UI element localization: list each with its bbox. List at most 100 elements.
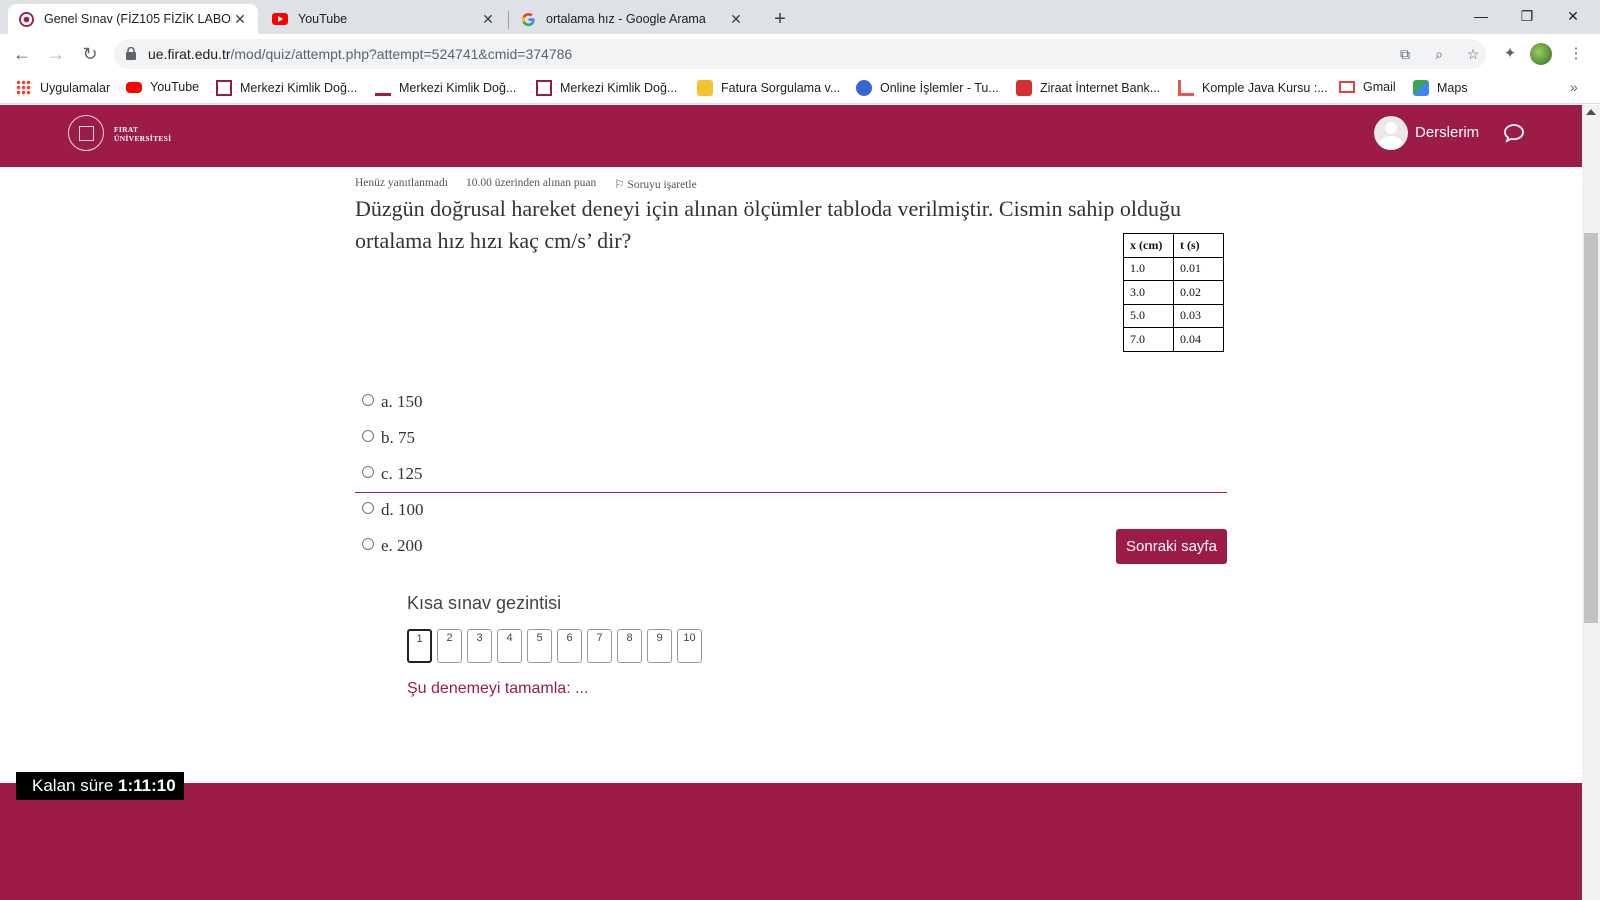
remaining-time: Kalan süre 1:11:10 (16, 772, 184, 800)
address-bar[interactable]: ue.firat.edu.tr/mod/quiz/attempt.php?att… (114, 39, 1486, 69)
browser-toolbar: ← → ↻ ue.firat.edu.tr/mod/quiz/attempt.p… (0, 34, 1600, 74)
kimlik-icon (216, 80, 232, 96)
finish-attempt-link[interactable]: Şu denemeyi tamamla: ... (407, 680, 588, 698)
quiz-nav-button[interactable]: 6 (557, 629, 582, 663)
table-header: x (cm) (1123, 233, 1174, 258)
flag-question-link[interactable]: ⚐ Soruyu işaretle (614, 177, 697, 191)
profile-avatar[interactable] (1530, 43, 1552, 65)
reload-icon[interactable]: ↻ (78, 42, 102, 66)
table-cell: 1.0 (1123, 256, 1174, 281)
tab-title: ortalama hız - Google Arama (546, 12, 706, 26)
url-host: ue.firat.edu.tr (148, 46, 231, 62)
tab-youtube[interactable]: YouTube ✕ (262, 4, 506, 34)
page-scrollbar[interactable] (1582, 105, 1600, 900)
quiz-nav-button[interactable]: 8 (617, 629, 642, 663)
bookmark-online-islemler[interactable]: Online İşlemler - Tu... (856, 80, 999, 96)
chevron-double-right-icon[interactable]: » (1570, 79, 1578, 95)
bookmark-apps[interactable]: Uygulamalar (16, 80, 110, 96)
back-arrow-icon[interactable]: ← (10, 42, 34, 66)
answer-option-e[interactable]: e. 200 (362, 536, 423, 556)
answer-option-b[interactable]: b. 75 (362, 428, 415, 448)
scrollbar-thumb[interactable] (1584, 233, 1598, 623)
radio-button[interactable] (362, 502, 374, 514)
user-avatar[interactable] (1374, 116, 1408, 150)
browser-tab-strip: Genel Sınav (FİZ105 FİZİK LABOR ✕ YouTub… (0, 0, 1600, 34)
bookmark-label: Gmail (1363, 80, 1396, 94)
question-text: Düzgün doğrusal hareket deneyi için alın… (355, 196, 1182, 253)
logo-line-2: ÜNİVERSİTESİ (114, 134, 172, 143)
url-text[interactable]: ue.firat.edu.tr/mod/quiz/attempt.php?att… (148, 46, 572, 62)
apps-grid-icon (16, 80, 32, 96)
close-icon[interactable]: ✕ (728, 11, 744, 28)
youtube-icon (272, 11, 288, 27)
radio-button[interactable] (362, 430, 374, 442)
quiz-nav-button[interactable]: 5 (527, 629, 552, 663)
table-cell: 3.0 (1123, 280, 1174, 305)
answer-option-a[interactable]: a. 150 (362, 392, 423, 412)
scroll-up-arrow-icon[interactable] (1586, 109, 1596, 115)
answer-option-d[interactable]: d. 100 (362, 500, 424, 520)
bookmark-label: Merkezi Kimlik Doğ... (240, 81, 358, 95)
url-path: /mod/quiz/attempt.php?attempt=524741&cmi… (230, 46, 573, 62)
quiz-nav-button[interactable]: 2 (437, 629, 462, 663)
bookmark-label: Online İşlemler - Tu... (880, 81, 999, 95)
question-points: 10.00 üzerinden alınan puan (465, 177, 597, 189)
next-page-button[interactable]: Sonraki sayfa (1116, 529, 1227, 564)
forward-arrow-icon[interactable]: → (44, 42, 68, 66)
zoom-icon[interactable]: ⌕ (1430, 46, 1448, 64)
udemy-icon (1178, 80, 1194, 96)
restore-icon[interactable]: ❐ (1504, 0, 1550, 34)
bookmark-fatura[interactable]: Fatura Sorgulama v... (697, 80, 840, 96)
extensions-puzzle-icon[interactable]: ✦ (1500, 44, 1520, 64)
bookmark-label: Maps (1437, 81, 1468, 95)
tab-google[interactable]: ortalama hız - Google Arama ✕ (510, 4, 754, 34)
quiz-nav-button[interactable]: 4 (497, 629, 522, 663)
bookmark-gmail[interactable]: Gmail (1339, 80, 1396, 94)
divider (355, 492, 1227, 493)
site-footer (0, 783, 1582, 900)
question-status: Henüz yanıtlanmadı (355, 177, 448, 189)
flag-icon: ⚐ (614, 179, 628, 191)
window-close-icon[interactable]: ✕ (1550, 0, 1596, 34)
university-logo[interactable]: FIRAT ÜNİVERSİTESİ (68, 115, 178, 155)
bookmark-star-icon[interactable]: ☆ (1464, 46, 1482, 64)
quiz-nav-button[interactable]: 9 (647, 629, 672, 663)
ziraat-icon (1016, 80, 1032, 96)
quiz-nav-button[interactable]: 3 (467, 629, 492, 663)
lock-icon (126, 47, 136, 60)
bookmark-maps[interactable]: Maps (1413, 80, 1468, 96)
table-cell: 7.0 (1123, 327, 1174, 352)
translate-icon[interactable]: ⧉ (1396, 46, 1414, 64)
bookmark-label: Uygulamalar (40, 81, 111, 95)
radio-button[interactable] (362, 538, 374, 550)
globe-icon (856, 80, 872, 96)
bookmark-kimlik-1[interactable]: Merkezi Kimlik Doğ... (216, 80, 357, 96)
tab-quiz[interactable]: Genel Sınav (FİZ105 FİZİK LABOR ✕ (8, 4, 258, 34)
timer-label: Kalan süre (32, 776, 114, 795)
user-menu-label[interactable]: Derslerim (1415, 124, 1479, 141)
menu-dots-icon[interactable]: ⋮ (1566, 44, 1586, 64)
radio-button[interactable] (362, 394, 374, 406)
minimize-icon[interactable]: — (1458, 0, 1504, 34)
new-tab-plus-icon[interactable]: + (766, 6, 794, 34)
bookmark-kimlik-2[interactable]: Merkezi Kimlik Doğ... (375, 80, 516, 96)
bookmark-kimlik-3[interactable]: Merkezi Kimlik Doğ... (536, 80, 677, 96)
question-info: Henüz yanıtlanmadı 10.00 üzerinden alına… (355, 177, 697, 191)
quiz-nav-button[interactable]: 1 (407, 629, 432, 663)
quiz-nav-button[interactable]: 7 (587, 629, 612, 663)
bookmark-youtube[interactable]: YouTube (126, 80, 199, 94)
maps-icon (1413, 80, 1429, 96)
chat-bubble-icon[interactable] (1503, 122, 1525, 144)
close-icon[interactable]: ✕ (480, 11, 496, 28)
answer-label: b. 75 (381, 428, 415, 447)
kimlik-icon (375, 80, 391, 96)
bookmark-java[interactable]: Komple Java Kursu :... (1178, 80, 1328, 96)
bookmark-ziraat[interactable]: Ziraat İnternet Bank... (1016, 80, 1160, 96)
close-icon[interactable]: ✕ (232, 11, 248, 28)
quiz-nav-button[interactable]: 10 (677, 629, 702, 663)
table-row: 3.0 0.02 (1123, 280, 1224, 305)
tab-title: Genel Sınav (FİZ105 FİZİK LABOR (44, 12, 232, 26)
answer-option-c[interactable]: c. 125 (362, 464, 423, 484)
table-cell: 0.04 (1173, 327, 1224, 352)
radio-button[interactable] (362, 466, 374, 478)
